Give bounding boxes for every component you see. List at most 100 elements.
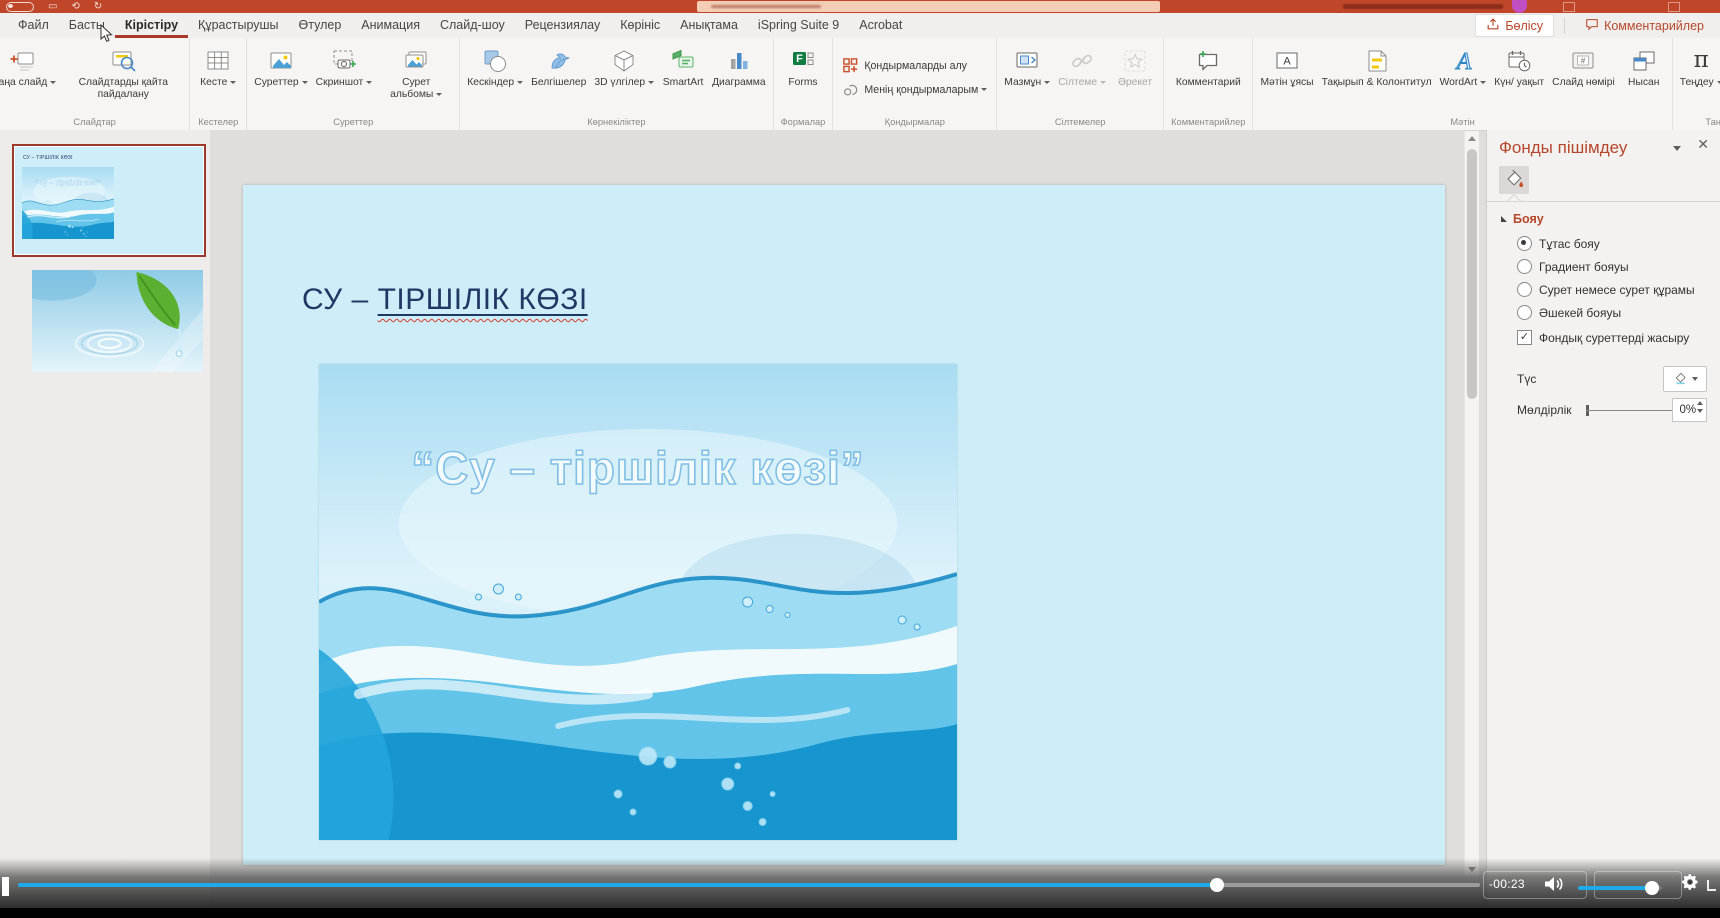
comments-button[interactable]: Комментарийлер [1575,15,1714,36]
link-label: Сілтеме [1058,77,1106,89]
autosave-toggle-icon[interactable] [6,2,34,12]
photo-album-button[interactable]: Сурет альбомы [376,40,456,102]
search-box[interactable] [697,1,1160,12]
tab-ispring[interactable]: iSpring Suite 9 [748,13,849,38]
ribbon-group-buttons: Кесте [193,40,243,115]
fill-section-header[interactable]: Бояу [1501,212,1544,226]
fill-color-button[interactable] [1663,366,1707,392]
ribbon-group-label-illustrations: Көрнекіліктер [463,115,769,130]
ribbon-group-buttons: Жаңа слайдСлайдтарды қайта пайдалану [3,40,186,115]
spin-up-icon[interactable] [1697,401,1703,405]
reuse-slides-icon [110,44,136,77]
3d-models-button[interactable]: 3D үлгілер [590,40,658,90]
pane-options-chevron-icon[interactable] [1673,146,1681,151]
speaker-icon[interactable] [1543,875,1565,898]
ribbon-group-comments: КомментарийКомментарийлер [1164,38,1253,130]
new-slide-button[interactable]: Жаңа слайд [0,40,60,90]
ribbon-group-slides: Жаңа слайдСлайдтарды қайта пайдалануСлай… [0,38,190,130]
volume-knob[interactable] [1645,881,1659,895]
smartart-icon [670,44,696,77]
redo-icon[interactable]: ↻ [94,0,102,13]
reuse-slides-button[interactable]: Слайдтарды қайта пайдалану [60,40,186,102]
window-restore-icon[interactable] [1668,2,1680,12]
radio-pattern-fill[interactable]: Әшекей бояуы [1517,305,1695,320]
video-progress-knob[interactable] [1210,878,1224,892]
screenshot-button[interactable]: Скриншот [312,40,377,90]
table-button[interactable]: Кесте [193,40,243,90]
pause-bar-icon[interactable] [2,877,9,896]
radio-circle-icon [1517,259,1532,274]
pane-close-icon[interactable]: ✕ [1697,136,1709,153]
ribbon-group-label-slides: Слайдтар [3,115,186,130]
forms-button[interactable]: FForms [778,40,828,90]
undo-icon[interactable]: ⟲ [71,0,79,13]
radio-label: Градиент бояуы [1539,260,1629,274]
slide-title-text[interactable]: СУ – ТІРШІЛІК КӨЗІ [302,283,588,317]
slide-number-button[interactable]: #Слайд нөмірі [1548,40,1619,90]
volume-slider[interactable] [1578,886,1662,890]
date-time-button[interactable]: Күн/ уақыт [1490,40,1548,90]
smartart-button[interactable]: SmartArt [658,40,708,90]
radio-circle-icon [1517,236,1532,251]
wordart-button[interactable]: AWordArt [1436,40,1491,90]
letterbox-bar [0,908,1720,918]
header-footer-button[interactable]: Тақырып & Колонтитул [1318,40,1436,90]
scroll-up-arrow[interactable] [1465,131,1479,145]
my-addins-button[interactable]: Менің қондырмаларым [842,81,987,98]
pictures-icon [268,44,294,77]
scrollbar-thumb[interactable] [1467,149,1477,399]
tab-design[interactable]: Құрастырушы [188,13,288,38]
date-time-icon [1506,44,1532,77]
equation-label: Теңдеу [1680,77,1720,89]
pictures-button[interactable]: Суреттер [250,40,311,90]
tab-transitions[interactable]: Өтулер [289,13,352,38]
chart-button[interactable]: Диаграмма [708,40,770,90]
fill-tab[interactable] [1499,166,1529,194]
save-icon[interactable]: ▭ [48,0,57,13]
new-slide-icon [10,44,36,77]
get-addins-icon [842,57,859,74]
link-button: Сілтеме [1054,40,1110,90]
text-box-button[interactable]: AМәтін ұясы [1256,40,1317,90]
radio-picture-fill[interactable]: Сурет немесе сурет құрамы [1517,282,1695,297]
radio-gradient-fill[interactable]: Градиент бояуы [1517,259,1695,274]
spin-down-icon[interactable] [1697,409,1703,413]
tab-insert[interactable]: Кірістіру [115,13,188,38]
slide-water-picture[interactable]: “Су – тіршілік көзі” [319,364,957,840]
tab-slideshow[interactable]: Слайд-шоу [430,13,515,38]
gear-icon[interactable] [1680,872,1700,897]
fill-options: Тұтас бояу Градиент бояуы Сурет немесе сур… [1517,236,1695,320]
radio-solid-fill[interactable]: Тұтас бояу [1517,236,1695,251]
video-progress-bar[interactable] [18,883,1480,887]
get-addins-button[interactable]: Қондырмаларды алу [842,57,967,74]
slide-editing-area[interactable]: СУ – ТІРШІЛІК КӨЗІ “Су – тіршілік көзі” [243,185,1445,865]
shapes-button[interactable]: Кескіндер [463,40,527,90]
radio-label: Әшекей бояуы [1539,306,1621,320]
vertical-scrollbar[interactable] [1464,131,1479,876]
tab-file[interactable]: Файл [8,13,59,38]
icons-button[interactable]: Белгішелер [527,40,590,90]
tab-view[interactable]: Көрініс [610,13,670,38]
object-label: Нысан [1628,77,1659,89]
chart-label: Диаграмма [712,77,766,89]
transparency-spinner[interactable]: 0% [1672,398,1707,422]
share-button[interactable]: Бөлісу [1475,14,1554,37]
tab-review[interactable]: Рецензиялау [515,13,610,38]
chart-icon [726,44,752,77]
slide-thumbnail-1[interactable]: СУ – ТІРШІЛІК КӨЗІ “Су – тіршілік көзі” [12,144,206,257]
transparency-slider[interactable] [1586,404,1672,416]
zoom-content-button[interactable]: Мазмұн [1000,40,1054,90]
window-minimize-icon[interactable] [1563,2,1575,12]
tab-help[interactable]: Анықтама [670,13,748,38]
video-progress-fill [18,883,1217,887]
comment-button[interactable]: Комментарий [1172,40,1245,90]
tab-acrobat[interactable]: Acrobat [849,13,912,38]
equation-button[interactable]: πТеңдеу [1676,40,1720,90]
slide-thumbnail-2[interactable] [32,270,203,372]
object-button[interactable]: Нысан [1619,40,1669,90]
shapes-label: Кескіндер [467,77,523,89]
avatar[interactable] [1512,0,1527,13]
hide-background-checkbox[interactable]: ✓ Фондық суреттерді жасыру [1517,330,1689,345]
tab-animations[interactable]: Анимация [351,13,430,38]
fullscreen-corner-icon[interactable] [1707,880,1716,891]
